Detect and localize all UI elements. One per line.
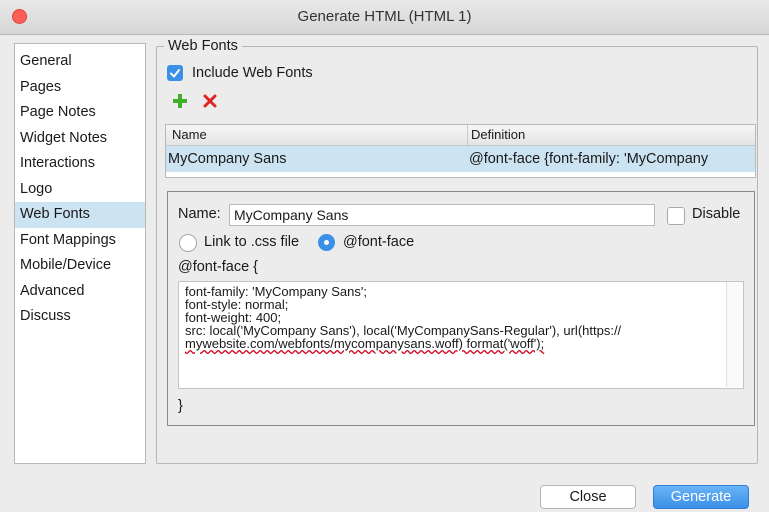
- column-header-name[interactable]: Name: [172, 127, 207, 142]
- sidebar-item-discuss[interactable]: Discuss: [15, 304, 145, 330]
- include-web-fonts-label: Include Web Fonts: [192, 65, 313, 81]
- link-css-radio[interactable]: [179, 234, 197, 252]
- sidebar-item-widget-notes[interactable]: Widget Notes: [15, 126, 145, 152]
- font-face-radio[interactable]: [318, 234, 335, 251]
- sidebar-item-mobile-device[interactable]: Mobile/Device: [15, 253, 145, 279]
- web-fonts-group-title: Web Fonts: [164, 38, 242, 54]
- add-font-button[interactable]: [172, 93, 188, 109]
- font-name-input[interactable]: [229, 204, 655, 226]
- disable-label: Disable: [692, 206, 741, 222]
- column-header-definition[interactable]: Definition: [471, 127, 525, 142]
- include-web-fonts-row: Include Web Fonts: [167, 65, 313, 81]
- font-face-open-brace: @font-face {: [178, 259, 259, 275]
- sidebar-item-advanced[interactable]: Advanced: [15, 279, 145, 305]
- close-button[interactable]: Close: [540, 485, 636, 509]
- sidebar-item-web-fonts[interactable]: Web Fonts: [15, 202, 145, 228]
- font-face-radio-label: @font-face: [343, 234, 415, 250]
- font-name-cell: MyCompany Sans: [168, 151, 287, 167]
- x-icon: [203, 94, 217, 108]
- plus-icon: [173, 94, 187, 108]
- settings-sidebar: General Pages Page Notes Widget Notes In…: [14, 43, 146, 464]
- column-divider: [467, 125, 468, 145]
- sidebar-item-logo[interactable]: Logo: [15, 177, 145, 203]
- link-css-radio-label: Link to .css file: [204, 234, 300, 250]
- checkmark-icon: [170, 69, 180, 78]
- sidebar-item-general[interactable]: General: [15, 49, 145, 75]
- code-editor-scrollbar[interactable]: [726, 282, 743, 387]
- window-titlebar: Generate HTML (HTML 1): [0, 0, 769, 35]
- font-face-close-brace: }: [178, 398, 183, 414]
- sidebar-item-page-notes[interactable]: Page Notes: [15, 100, 145, 126]
- disable-checkbox[interactable]: [667, 207, 685, 225]
- name-label: Name:: [178, 206, 221, 222]
- font-face-code-editor[interactable]: font-family: 'MyCompany Sans'; font-style…: [178, 281, 744, 389]
- window-title: Generate HTML (HTML 1): [297, 8, 472, 25]
- generate-button[interactable]: Generate: [653, 485, 749, 509]
- web-fonts-table: Name Definition MyCompany Sans @font-fac…: [165, 124, 756, 178]
- font-definition-cell: @font-face {font-family: 'MyCompany: [469, 151, 709, 167]
- sidebar-item-interactions[interactable]: Interactions: [15, 151, 145, 177]
- sidebar-item-font-mappings[interactable]: Font Mappings: [15, 228, 145, 254]
- delete-font-button[interactable]: [202, 93, 218, 109]
- include-web-fonts-checkbox[interactable]: [167, 65, 183, 81]
- table-header: Name Definition: [166, 125, 755, 146]
- sidebar-item-pages[interactable]: Pages: [15, 75, 145, 101]
- code-line: mywebsite.com/webfonts/mycompanysans.wof…: [185, 336, 545, 351]
- table-row[interactable]: MyCompany Sans @font-face {font-family: …: [166, 146, 755, 172]
